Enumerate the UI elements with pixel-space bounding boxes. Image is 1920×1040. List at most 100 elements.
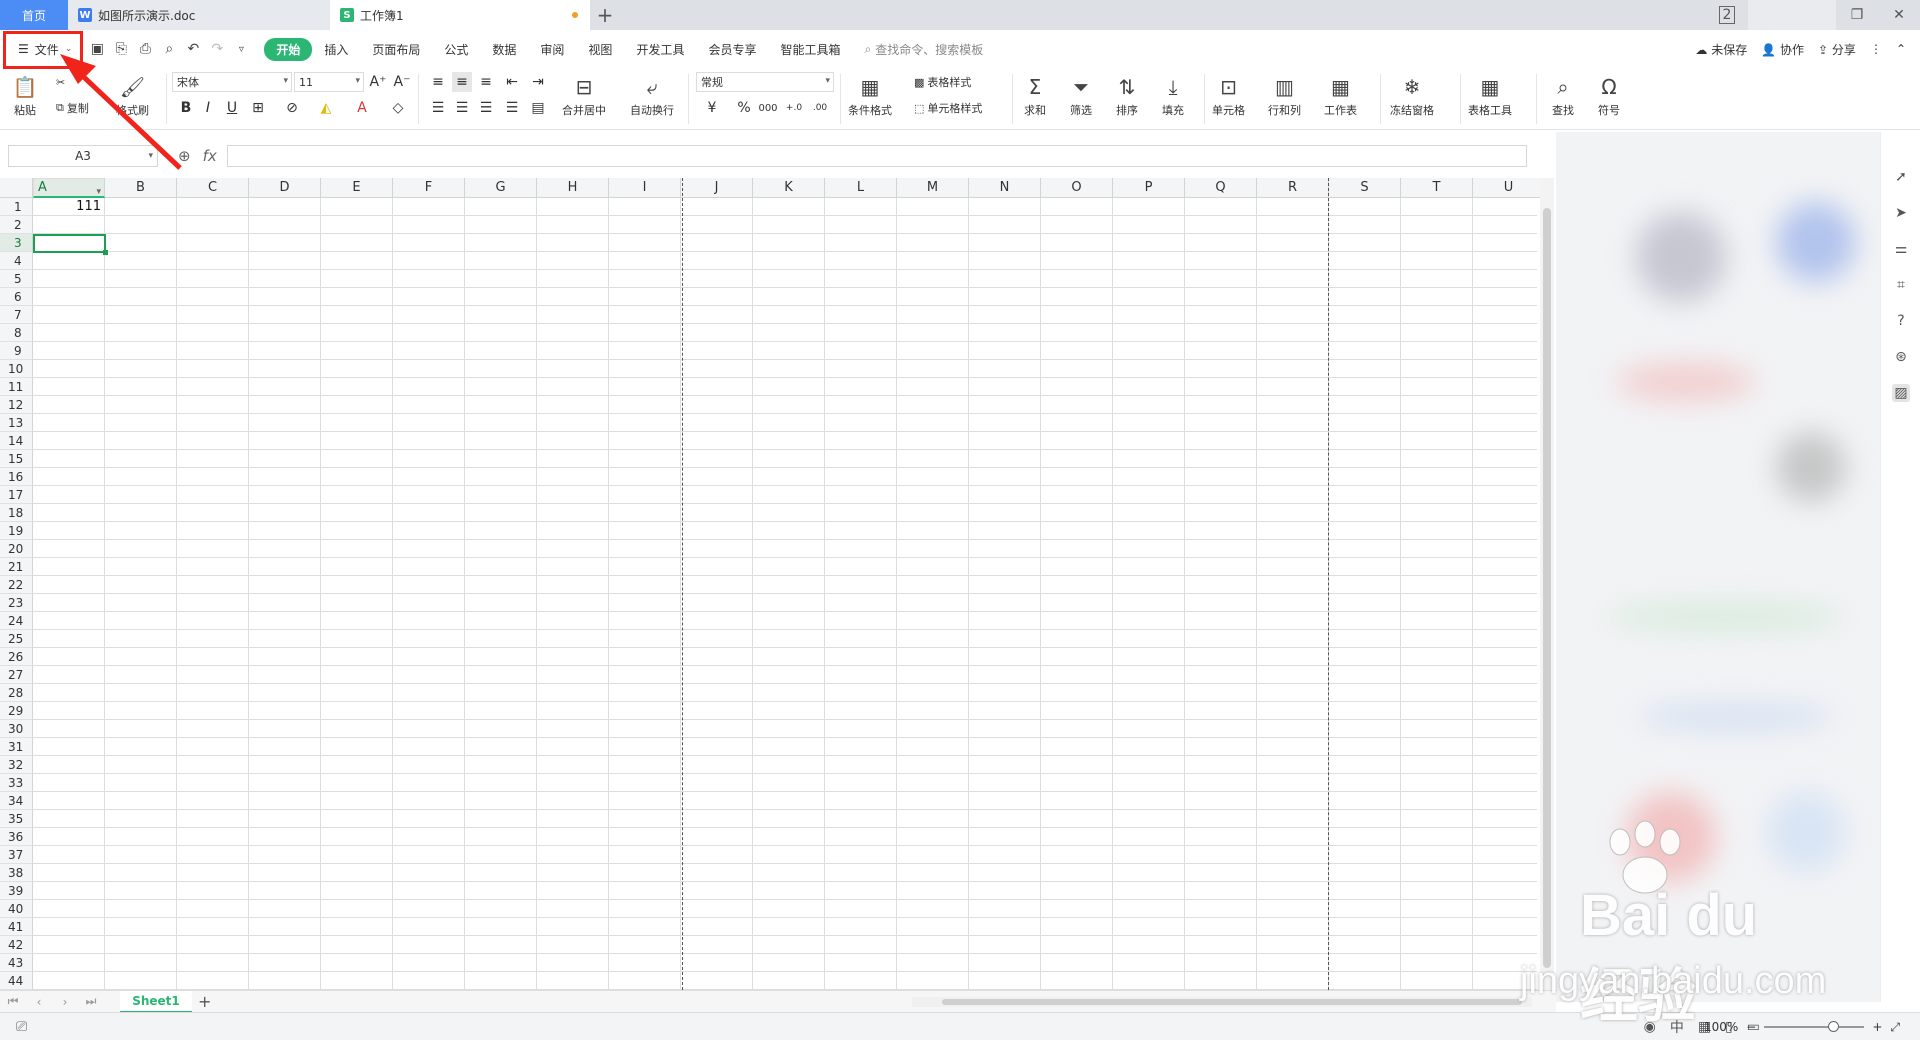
row-header[interactable]: 24 [0, 612, 33, 630]
close-window-icon[interactable]: ✕ [1878, 7, 1920, 23]
column-header[interactable]: C [177, 178, 249, 198]
row-header[interactable]: 17 [0, 486, 33, 504]
indent-increase-icon[interactable]: ⇥ [528, 72, 548, 92]
fx-icon[interactable]: fx [203, 147, 217, 165]
symbol-button[interactable]: Ω 符号 [1594, 72, 1624, 118]
fullscreen-icon[interactable]: ⤢ [1890, 1020, 1900, 1035]
merge-center-button[interactable]: ⊟ 合并居中 [562, 72, 606, 118]
window-count-badge[interactable]: 2 [1706, 6, 1748, 24]
row-header[interactable]: 21 [0, 558, 33, 576]
column-header[interactable]: P [1113, 178, 1185, 198]
select-all-corner[interactable] [0, 178, 33, 198]
name-box[interactable]: A3 [8, 145, 158, 167]
column-header[interactable]: K [753, 178, 825, 198]
print-preview-icon[interactable]: ⌕ [158, 38, 180, 60]
row-header[interactable]: 35 [0, 810, 33, 828]
border-icon[interactable]: ⊞ [248, 98, 268, 118]
first-sheet-icon[interactable]: ⏮ [0, 994, 26, 1009]
pointer-icon[interactable]: ➤ [1892, 204, 1910, 222]
zoom-in-icon[interactable]: + [1872, 1020, 1882, 1034]
prev-sheet-icon[interactable]: ‹ [26, 995, 52, 1009]
paste-button[interactable]: 📋 粘贴 [10, 72, 40, 118]
conditional-format-button[interactable]: ▦ 条件格式 [848, 72, 892, 118]
row-header[interactable]: 18 [0, 504, 33, 522]
column-header[interactable]: N [969, 178, 1041, 198]
row-header[interactable]: 40 [0, 900, 33, 918]
row-header[interactable]: 6 [0, 288, 33, 306]
tab-smart-tools[interactable]: 智能工具箱 [768, 41, 852, 58]
image-icon[interactable]: ▨ [1892, 384, 1910, 402]
font-name-select[interactable]: 宋体 [172, 72, 292, 92]
tab-formula[interactable]: 公式 [432, 41, 480, 58]
row-header[interactable]: 12 [0, 396, 33, 414]
row-header[interactable]: 31 [0, 738, 33, 756]
decrease-decimal-icon[interactable]: .00 [810, 98, 830, 118]
italic-icon[interactable]: I [198, 98, 218, 118]
avatar[interactable] [1748, 0, 1836, 30]
collaborate-button[interactable]: 👤 协作 [1761, 41, 1804, 58]
sheet-tab-sheet1[interactable]: Sheet1 [120, 990, 192, 1013]
collapse-ribbon-icon[interactable]: ⌃ [1896, 42, 1906, 56]
align-top-icon[interactable]: ≡ [428, 72, 448, 92]
align-right-icon[interactable]: ☰ [476, 98, 496, 118]
row-header[interactable]: 34 [0, 792, 33, 810]
column-header[interactable]: E [321, 178, 393, 198]
row-header[interactable]: 2 [0, 216, 33, 234]
command-search[interactable]: ⌕ 查找命令、搜索模板 [864, 41, 983, 58]
align-middle-icon[interactable]: ≡ [452, 72, 472, 92]
row-header[interactable]: 3 [0, 234, 33, 252]
column-header[interactable]: H [537, 178, 609, 198]
row-header[interactable]: 10 [0, 360, 33, 378]
rocket-icon[interactable]: ➚ [1892, 168, 1910, 186]
increase-decimal-icon[interactable]: +.0 [784, 98, 804, 118]
tab-page-layout[interactable]: 页面布局 [360, 41, 432, 58]
column-header[interactable]: D [249, 178, 321, 198]
sum-button[interactable]: Σ 求和 [1020, 72, 1050, 118]
column-header[interactable]: Q [1185, 178, 1257, 198]
row-header[interactable]: 5 [0, 270, 33, 288]
row-header[interactable]: 15 [0, 450, 33, 468]
row-header[interactable]: 32 [0, 756, 33, 774]
tab-developer[interactable]: 开发工具 [624, 41, 696, 58]
row-header[interactable]: 38 [0, 864, 33, 882]
row-header[interactable]: 41 [0, 918, 33, 936]
last-sheet-icon[interactable]: ⏭ [78, 994, 104, 1009]
redo-icon[interactable]: ↷ [206, 38, 228, 60]
column-header[interactable]: G [465, 178, 537, 198]
row-header[interactable]: 8 [0, 324, 33, 342]
cut-button[interactable]: ✂ 剪切 [56, 74, 90, 90]
column-header[interactable]: F [393, 178, 465, 198]
align-left-icon[interactable]: ☰ [428, 98, 448, 118]
row-header[interactable]: 26 [0, 648, 33, 666]
justify-icon[interactable]: ☰ [502, 98, 522, 118]
row-header[interactable]: 33 [0, 774, 33, 792]
fill-button[interactable]: ⤓ 填充 [1158, 72, 1188, 118]
row-header[interactable]: 22 [0, 576, 33, 594]
more-icon[interactable]: ⋮ [1870, 42, 1882, 56]
row-header[interactable]: 43 [0, 954, 33, 972]
column-header[interactable]: O [1041, 178, 1113, 198]
tab-insert[interactable]: 插入 [312, 41, 360, 58]
worksheet-button[interactable]: ▦ 工作表 [1324, 72, 1357, 118]
number-format-select[interactable]: 常规 [696, 72, 834, 92]
save-icon[interactable]: ▣ [86, 38, 108, 60]
wrap-text-button[interactable]: ⤶ 自动换行 [630, 72, 674, 118]
add-sheet-button[interactable]: + [198, 992, 211, 1011]
row-header[interactable]: 13 [0, 414, 33, 432]
row-header[interactable]: 19 [0, 522, 33, 540]
crop-icon[interactable]: ⌗ [1892, 276, 1910, 294]
percent-icon[interactable]: % [734, 98, 754, 118]
column-header[interactable]: M [897, 178, 969, 198]
table-tools-button[interactable]: ▦ 表格工具 [1468, 72, 1512, 118]
horizontal-scrollbar[interactable] [912, 997, 1532, 1007]
font-color-icon[interactable]: A [352, 98, 372, 118]
row-header[interactable]: 27 [0, 666, 33, 684]
find-button[interactable]: ⌕ 查找 [1548, 72, 1578, 118]
bold-icon[interactable]: B [176, 98, 196, 118]
indent-decrease-icon[interactable]: ⇤ [502, 72, 522, 92]
tab-home[interactable]: 首页 [0, 0, 68, 30]
row-header[interactable]: 23 [0, 594, 33, 612]
row-header[interactable]: 29 [0, 702, 33, 720]
copy-button[interactable]: ⧉ 复制 [56, 100, 89, 116]
row-col-button[interactable]: ▥ 行和列 [1268, 72, 1301, 118]
